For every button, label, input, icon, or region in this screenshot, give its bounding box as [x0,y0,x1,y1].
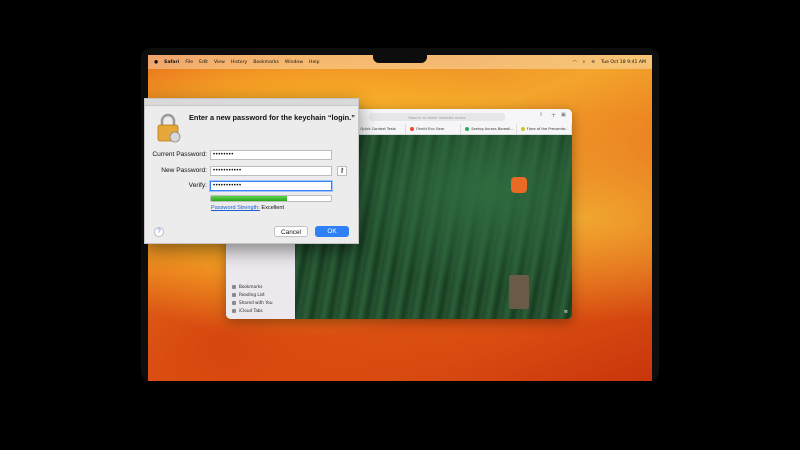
dialog-title-bar [145,99,358,106]
sidebar-item-reading-list[interactable]: Reading List [230,291,293,298]
current-password-label: Current Password: [152,151,207,158]
key-icon[interactable]: ⚷ [337,166,347,176]
lock-icon [157,113,181,143]
tab-label: Quick Context Tests [360,127,396,131]
shared-icon [232,300,236,305]
menu-history[interactable]: History [231,60,247,65]
keychain-password-dialog: Enter a new password for the keychain “l… [144,98,359,244]
menu-view[interactable]: View [214,60,225,65]
new-password-label: New Password: [161,167,207,174]
password-strength-meter [210,195,332,202]
password-strength-link[interactable]: Password Strength: [211,205,260,211]
password-strength-value: Excellent [261,205,285,211]
bookmark-icon [232,284,236,289]
cancel-button[interactable]: Cancel [274,226,308,237]
address-placeholder: Search or enter website name [408,114,466,120]
cloud-icon [232,308,236,313]
tab-aurora[interactable]: Seeing Aurora Boreali... [461,124,517,134]
tab-label: Seeing Aurora Boreali... [471,127,514,131]
clock[interactable]: Tue Oct 18 9:41 AM [601,60,646,65]
customize-icon[interactable]: ≡ [564,309,568,315]
share-icon[interactable]: ⇪ [539,112,543,118]
tab-flora[interactable]: Flora of the Precambr... [517,124,572,134]
password-strength-row: Password Strength: Excellent [211,205,284,211]
reading-thumbnail[interactable] [509,275,529,309]
password-strength-fill [211,196,287,201]
tab-overview-icon[interactable]: ▣ [561,112,566,118]
camera-notch [373,48,427,63]
menu-edit[interactable]: Edit [199,60,208,65]
sidebar-item-label: Reading List [239,292,265,297]
new-password-field[interactable]: ••••••••••• [210,166,332,176]
sidebar-item-label: Shared with You [239,300,273,305]
verify-password-field[interactable]: ••••••••••• [210,181,332,191]
sidebar-item-bookmarks[interactable]: Bookmarks [230,283,293,290]
current-password-field[interactable]: •••••••• [210,150,332,160]
sidebar-item-icloud-tabs[interactable]: iCloud Tabs [230,307,293,314]
sidebar-item-label: iCloud Tabs [239,308,263,313]
wifi-icon[interactable]: ◠ [573,60,577,65]
control-center-icon[interactable]: ≡ [591,60,595,65]
menu-bookmarks[interactable]: Bookmarks [253,60,279,65]
new-tab-icon[interactable]: + [551,112,556,119]
help-button[interactable]: ? [154,227,164,237]
tab-label: Ohnitt Eco Gear [415,127,445,131]
dialog-title: Enter a new password for the keychain “l… [189,113,355,122]
tab-label: Flora of the Precambr... [526,127,569,131]
menu-file[interactable]: File [185,60,193,65]
reading-list-icon [232,292,236,297]
menu-window[interactable]: Window [285,60,303,65]
ok-button[interactable]: OK [315,226,349,237]
sidebar-item-shared[interactable]: Shared with You [230,299,293,306]
menu-help[interactable]: Help [309,60,319,65]
address-bar[interactable]: Search or enter website name [369,113,505,121]
menu-safari[interactable]: Safari [164,60,179,65]
search-icon[interactable]: ⌕ [583,59,586,65]
favicon-icon [409,127,414,131]
app-tile-icon[interactable] [511,177,527,193]
favicon-icon [465,127,470,131]
apple-menu-icon[interactable]: ● [154,60,158,65]
verify-label: Verify: [188,182,207,189]
favicon-icon [520,127,525,131]
sidebar-item-label: Bookmarks [239,284,263,289]
tab-eco-gear[interactable]: Ohnitt Eco Gear [406,124,462,134]
